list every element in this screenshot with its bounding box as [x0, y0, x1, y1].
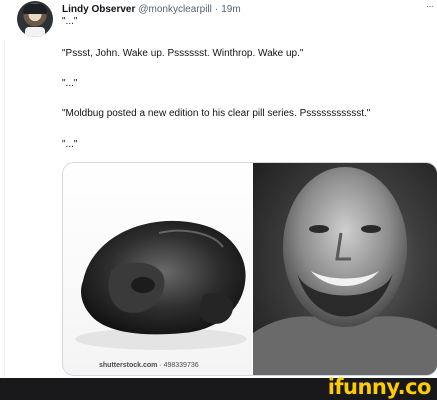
avatar-hat — [23, 4, 47, 14]
tweet-header: Lindy Observer @monkyclearpill · 19m — [62, 2, 241, 16]
tweet-text-line: "Pssst, John. Wake up. Psssssst. Winthro… — [62, 48, 304, 59]
tweet-text-line: "..." — [62, 139, 78, 150]
tweet[interactable]: Lindy Observer @monkyclearpill · 19m ···… — [0, 0, 437, 378]
timestamp[interactable]: 19m — [221, 4, 240, 15]
media-image-man[interactable] — [253, 163, 437, 375]
ifunny-footer: ifunny.co — [0, 375, 437, 400]
tweet-text-line: "..." — [62, 16, 78, 27]
avatar[interactable] — [17, 1, 53, 37]
media-image-gorilla[interactable]: shutterstock.com · 498339736 — [63, 163, 252, 375]
display-name[interactable]: Lindy Observer — [62, 4, 135, 15]
watermark-id: 498339736 — [163, 362, 199, 369]
watermark-brand: shutterstock.com — [99, 362, 158, 369]
ifunny-logo[interactable]: ifunny.co — [328, 375, 432, 399]
separator-dot: · — [214, 3, 219, 15]
more-horizontal-icon[interactable]: ··· — [426, 1, 437, 12]
user-handle[interactable]: @monkyclearpill — [138, 4, 212, 15]
left-divider — [4, 40, 5, 378]
tweet-media[interactable]: shutterstock.com · 498339736 — [62, 162, 437, 376]
tweet-text-line: "Moldbug posted a new edition to his cle… — [62, 108, 371, 119]
shutterstock-watermark: shutterstock.com · 498339736 — [99, 362, 199, 369]
smiling-man-illustration — [253, 167, 437, 375]
avatar-collar — [25, 27, 45, 37]
gorilla-illustration — [75, 220, 247, 350]
tweet-text-line: "..." — [62, 78, 78, 89]
